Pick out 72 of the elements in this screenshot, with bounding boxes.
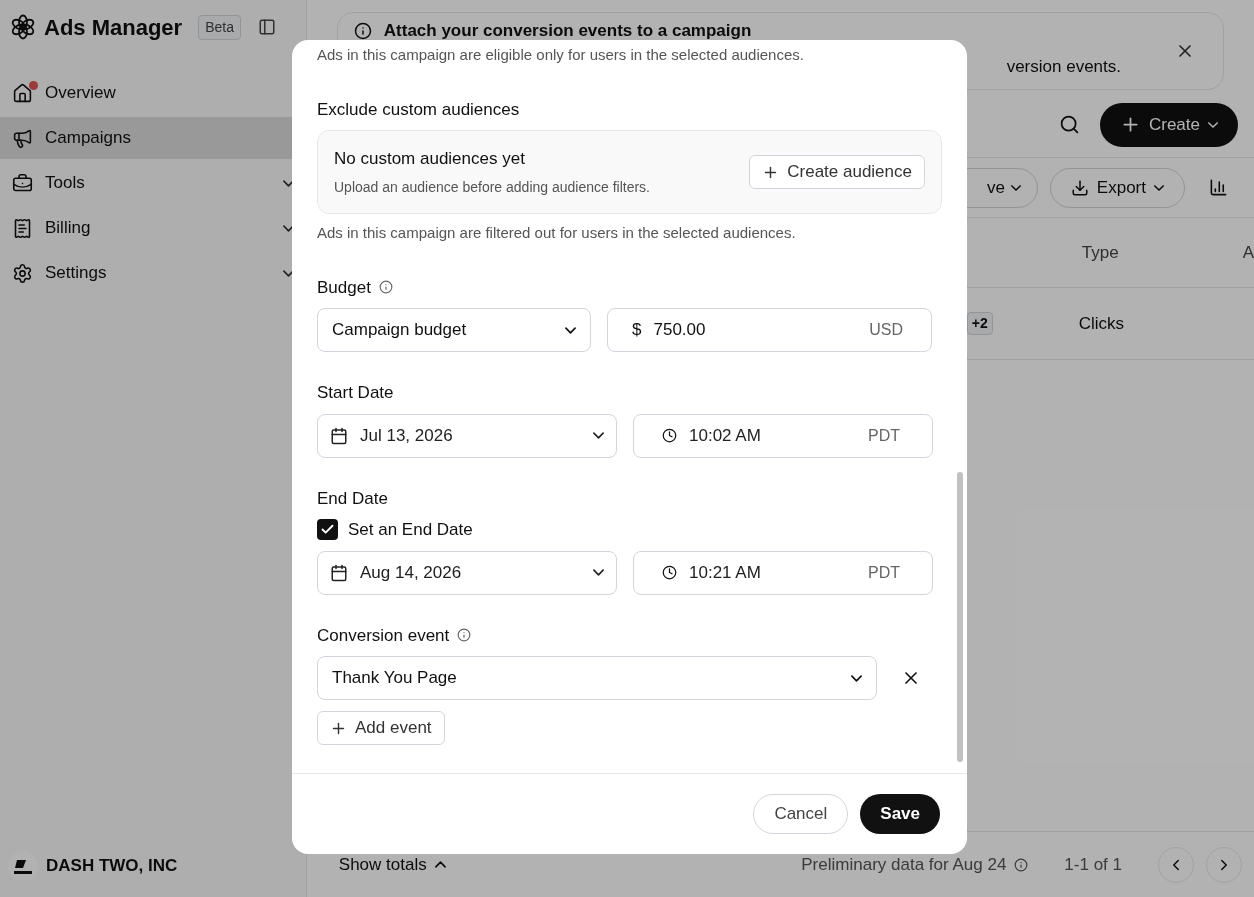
account-name: DASH TWO, INC: [46, 855, 178, 878]
save-button[interactable]: Save: [860, 794, 940, 834]
field-label: End Date: [317, 487, 389, 510]
empty-text: Upload an audience before adding audience filters.: [334, 178, 650, 198]
chevron-down-icon: [565, 326, 576, 334]
search-icon[interactable]: [1058, 114, 1080, 135]
calendar-icon: [330, 426, 348, 445]
app-title: Ads Manager: [44, 13, 183, 42]
currency-code: USD: [869, 320, 903, 340]
calendar-icon: [330, 563, 348, 582]
table-cell-text: Clicks: [1078, 312, 1125, 335]
column-header: A: [1242, 241, 1254, 264]
chevron-down-icon: [851, 674, 862, 682]
conversion-event-dropdown[interactable]: Thank You Page: [317, 656, 877, 700]
more-badge: +2: [966, 312, 993, 335]
sidebar-item[interactable]: Overview: [0, 72, 306, 114]
scrollbar[interactable]: [957, 472, 963, 762]
add-event-button[interactable]: Add event: [317, 711, 445, 745]
info-icon: [1014, 857, 1029, 872]
beta-badge: Beta: [198, 14, 241, 40]
time-value: 10:21 AM: [689, 561, 761, 584]
info-icon: [378, 280, 393, 295]
info-icon: [353, 21, 372, 40]
info-icon: [457, 628, 472, 643]
empty-title: No custom audiences yet: [334, 147, 526, 170]
field-label: Start Date: [317, 382, 395, 404]
helper-text: Ads in this campaign are filtered out for users in the selected audiences.: [317, 223, 797, 243]
date-dropdown[interactable]: Aug 14, 2026: [317, 550, 617, 595]
checkbox-label: Set an End Date: [348, 519, 473, 541]
timezone-label: PDT: [868, 562, 900, 583]
column-header: Type: [1081, 241, 1119, 264]
chevron-down-icon: [593, 432, 604, 439]
field-label: Exclude custom audiences: [317, 98, 521, 121]
clock-icon: [662, 565, 677, 580]
chevron-down-icon: [593, 569, 604, 576]
time-value: 10:02 AM: [689, 424, 761, 447]
field-label: Budget: [317, 276, 371, 299]
field-label: Conversion event: [317, 624, 450, 647]
settings-icon: [12, 262, 33, 284]
budget-type-dropdown[interactable]: Campaign budget: [317, 308, 591, 352]
chevron-up-icon: [434, 861, 446, 868]
helper-text: Ads in this campaign are eligible only for users in the selected audiences.: [317, 45, 805, 65]
sidebar-item[interactable]: Settings: [0, 252, 306, 294]
chevron-down-icon: [1154, 184, 1164, 191]
megaphone-icon: [12, 127, 33, 149]
amount-value: 750.00: [653, 319, 706, 342]
chart-icon[interactable]: [1209, 178, 1228, 197]
banner-title: Attach your conversion events to a campaign: [383, 20, 752, 42]
chevron-down-icon: [1208, 121, 1218, 128]
logo-icon: [10, 14, 36, 40]
time-field[interactable]: 10:21 AM PDT: [633, 550, 933, 595]
preliminary-note: Preliminary data for Aug 24: [801, 853, 1007, 876]
show-totals-button[interactable]: Show totals: [338, 851, 446, 878]
checkbox[interactable]: [317, 519, 338, 541]
toolbox-icon: [12, 172, 33, 194]
time-field[interactable]: 10:02 AM PDT: [633, 413, 933, 458]
sidebar-item[interactable]: Tools: [0, 162, 306, 204]
date-dropdown[interactable]: Jul 13, 2026: [317, 413, 617, 458]
create-button[interactable]: Create: [1099, 102, 1238, 147]
currency-symbol: $: [632, 319, 642, 342]
budget-amount-field[interactable]: $ 750.00 USD: [607, 308, 932, 352]
chevron-down-icon: [1010, 184, 1021, 191]
sidebar-item[interactable]: Billing: [0, 207, 306, 249]
timezone-label: PDT: [868, 425, 900, 446]
sidebar-toggle-icon[interactable]: [257, 18, 276, 36]
pagination-text: 1-1 of 1: [1064, 853, 1122, 876]
receipt-icon: [12, 217, 33, 239]
banner-text: version events.: [1006, 55, 1121, 78]
clock-icon: [662, 428, 677, 443]
home-icon: [12, 82, 33, 104]
download-icon: [1070, 178, 1089, 197]
create-audience-button[interactable]: Create audience: [749, 155, 925, 189]
